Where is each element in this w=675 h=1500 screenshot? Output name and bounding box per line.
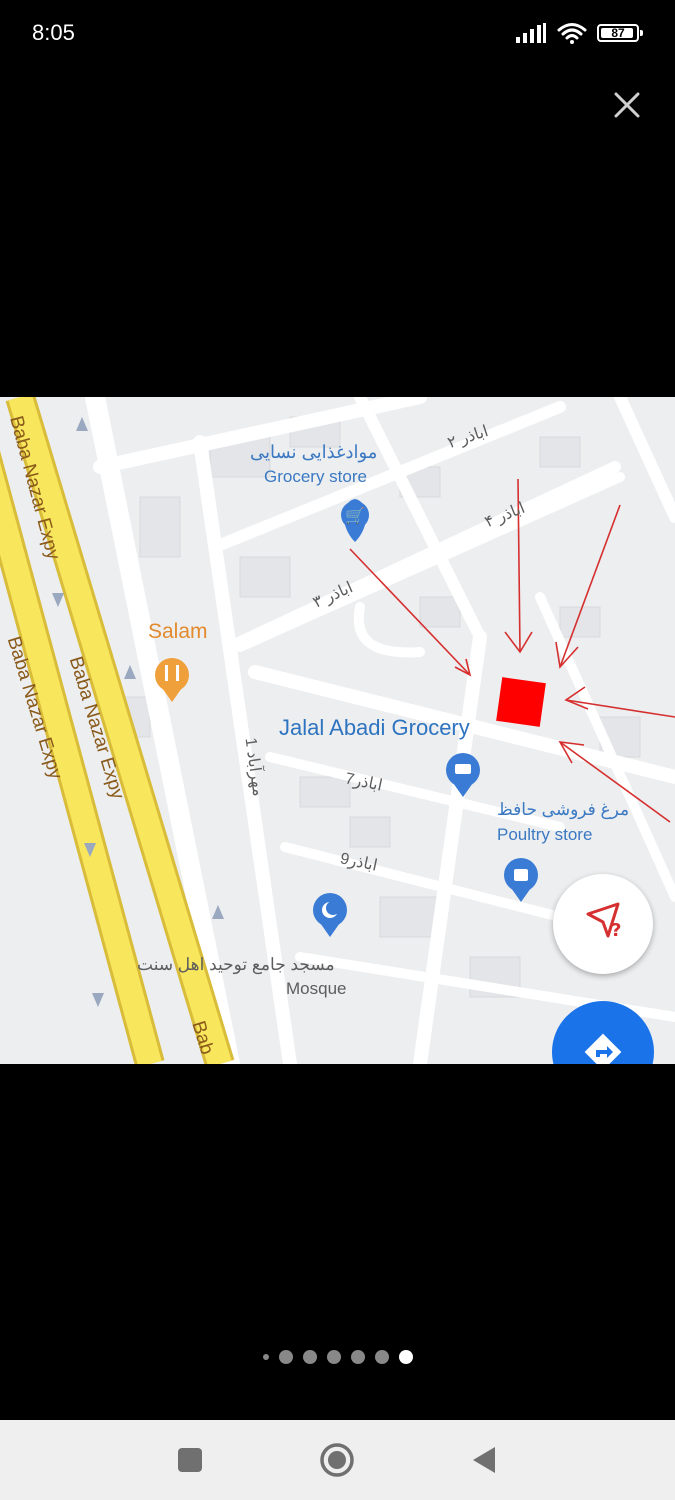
grocery-name-fa: موادغذایی نسایی xyxy=(250,442,378,462)
home-button[interactable] xyxy=(317,1440,357,1480)
signal-icon xyxy=(516,23,546,43)
poultry-name-en: Poultry store xyxy=(497,825,593,844)
status-icons: 87 xyxy=(515,20,643,46)
pager-dot[interactable] xyxy=(374,1350,389,1364)
navigation-bar xyxy=(0,1420,675,1500)
directions-button[interactable] xyxy=(552,1001,654,1064)
wifi-icon xyxy=(557,23,587,44)
report-button[interactable]: ? xyxy=(553,874,653,974)
image-pager xyxy=(0,1348,675,1366)
directions-icon xyxy=(584,1033,622,1064)
pager-dot[interactable] xyxy=(350,1350,365,1364)
restaurant-name: Salam xyxy=(148,620,208,643)
home-icon xyxy=(320,1443,354,1477)
grocery-pin-main xyxy=(446,753,480,797)
close-icon xyxy=(614,92,640,118)
mosque-name-fa: مسجد جامع توحید اهل سنت xyxy=(137,955,335,974)
close-button[interactable] xyxy=(608,86,646,124)
pager-dot[interactable] xyxy=(278,1350,293,1364)
jalal-abadi-grocery-label: Jalal Abadi Grocery xyxy=(279,715,470,740)
grocery-name-en: Grocery store xyxy=(264,467,367,486)
status-time: 8:05 xyxy=(32,20,75,45)
svg-text:?: ? xyxy=(611,920,621,941)
pager-dot[interactable] xyxy=(302,1350,317,1364)
poultry-pin xyxy=(504,858,538,902)
pager-dot-active[interactable] xyxy=(398,1350,413,1364)
status-bar: 8:05 87 xyxy=(0,0,675,68)
svg-text:🛒: 🛒 xyxy=(345,506,365,525)
back-icon xyxy=(473,1447,495,1473)
battery-icon: 87 xyxy=(597,24,643,42)
report-icon: ? xyxy=(586,902,621,941)
mosque-pin xyxy=(313,893,347,937)
grocery-pin-top: 🛒 xyxy=(341,499,369,542)
pager-dot[interactable] xyxy=(262,1354,269,1360)
poultry-name-fa: مرغ فروشی حافظ xyxy=(497,800,630,819)
recents-button[interactable] xyxy=(170,1440,210,1480)
map-image[interactable]: 🛒 موادغذایی نسایی Grocery store Salam Ja… xyxy=(0,397,675,1064)
pager-dot[interactable] xyxy=(326,1350,341,1364)
back-button[interactable] xyxy=(465,1440,505,1480)
recents-icon xyxy=(178,1448,202,1472)
mosque-name-en: Mosque xyxy=(286,979,347,998)
battery-level: 87 xyxy=(611,26,625,40)
